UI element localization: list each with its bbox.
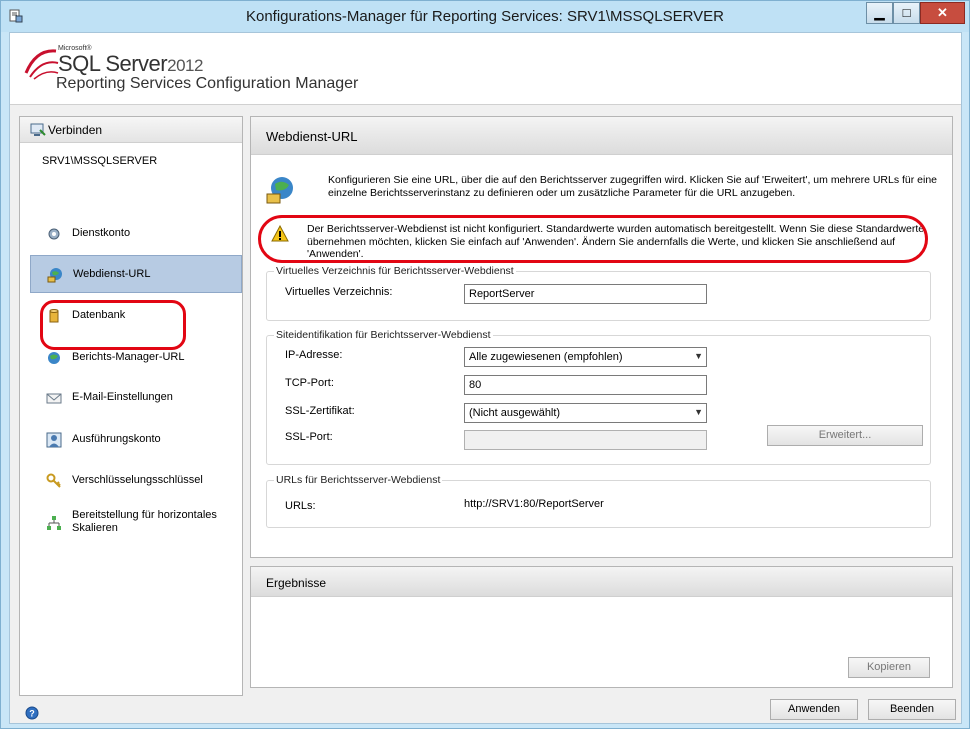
warning-icon <box>271 225 289 242</box>
service-account-icon <box>48 228 60 240</box>
ssl-certificate-value: (Nicht ausgewählt) <box>469 407 561 419</box>
minimize-button[interactable]: ▁ <box>866 2 893 24</box>
nav-item-label: Dienstkonto <box>72 227 131 239</box>
nav-item-label: Ausführungskonto <box>72 433 161 445</box>
nav-item-datenbank[interactable]: Datenbank <box>30 297 242 335</box>
group-legend: URLs für Berichtsserver-Webdienst <box>274 474 443 486</box>
results-panel: Ergebnisse Kopieren <box>250 566 953 688</box>
ssl-port-label: SSL-Port: <box>285 431 333 443</box>
virtual-directory-input[interactable]: ReportServer <box>464 284 707 304</box>
connect-icon <box>30 123 46 136</box>
subproduct-name: Reporting Services Configuration Manager <box>56 75 359 92</box>
close-button[interactable]: ✕ <box>920 2 965 24</box>
urls-group: URLs für Berichtsserver-Webdienst URLs: … <box>266 474 931 528</box>
group-legend: Virtuelles Verzeichnis für Berichtsserve… <box>274 265 516 277</box>
maximize-button[interactable]: □ <box>893 2 920 24</box>
chevron-down-icon: ▼ <box>694 407 703 417</box>
ip-address-select[interactable]: Alle zugewiesenen (empfohlen) ▼ <box>464 347 707 367</box>
webservice-panel: Webdienst-URL Konfigurieren Sie eine URL… <box>250 116 953 558</box>
globe-icon <box>48 352 60 364</box>
chevron-down-icon: ▼ <box>694 351 703 361</box>
virtual-directory-group: Virtuelles Verzeichnis für Berichtsserve… <box>266 265 931 321</box>
connect-button[interactable]: Verbinden <box>20 117 242 143</box>
navigation-pane: Verbinden SRV1\MSSQLSERVER Dienstkonto W… <box>19 116 243 696</box>
apply-button[interactable]: Anwenden <box>770 699 858 720</box>
ssl-port-input[interactable] <box>464 430 707 450</box>
tcp-port-label: TCP-Port: <box>285 377 334 389</box>
intro-text: Konfigurieren Sie eine URL, über die auf… <box>328 174 938 199</box>
nav-item-label: Verschlüsselungsschlüssel <box>72 474 203 486</box>
product-name-text: SQL Server <box>58 51 168 76</box>
nav-item-dienstkonto[interactable]: Dienstkonto <box>30 215 242 253</box>
nav-item-horizontales-skalieren[interactable]: Bereitstellung für horizontales Skaliere… <box>30 504 242 542</box>
tcp-port-input[interactable]: 80 <box>464 375 707 395</box>
results-title: Ergebnisse <box>266 576 327 590</box>
exit-button[interactable]: Beenden <box>868 699 956 720</box>
connect-label: Verbinden <box>48 123 103 137</box>
key-icon <box>46 473 61 488</box>
product-header: Microsoft® SQL Server2012 Reporting Serv… <box>10 33 961 105</box>
nav-item-email-einstellungen[interactable]: E-Mail-Einstellungen <box>30 379 242 417</box>
svg-text:?: ? <box>29 709 35 719</box>
advanced-button[interactable]: Erweitert... <box>767 425 923 446</box>
user-icon <box>46 432 62 448</box>
ssl-certificate-label: SSL-Zertifikat: <box>285 405 355 417</box>
group-legend: Siteidentifikation für Berichtsserver-We… <box>274 329 493 341</box>
ip-address-value: Alle zugewiesenen (empfohlen) <box>469 351 623 363</box>
app-window: Konfigurations-Manager für Reporting Ser… <box>0 0 970 729</box>
nav-item-label: Datenbank <box>72 309 126 321</box>
email-icon <box>46 393 62 404</box>
nav-item-berichts-manager-url[interactable]: Berichts-Manager-URL <box>30 339 242 377</box>
site-identification-group: Siteidentifikation für Berichtsserver-We… <box>266 329 931 465</box>
server-name: SRV1\MSSQLSERVER <box>42 155 158 167</box>
title-bar[interactable]: Konfigurations-Manager für Reporting Ser… <box>1 1 969 32</box>
nav-item-label: E-Mail-Einstellungen <box>72 391 173 403</box>
product-name: SQL Server2012 <box>58 51 203 77</box>
urls-label: URLs: <box>285 500 316 512</box>
database-icon <box>49 309 59 323</box>
warning-text: Der Berichtsserver-Webdienst ist nicht k… <box>307 223 925 260</box>
window-title: Konfigurations-Manager für Reporting Ser… <box>245 8 724 25</box>
product-version: 2012 <box>167 56 203 75</box>
help-icon[interactable]: ? <box>25 706 39 720</box>
nav-item-label: Webdienst-URL <box>73 268 151 280</box>
web-service-icon <box>47 268 62 283</box>
nav-item-ausfuehrungskonto[interactable]: Ausführungskonto <box>30 421 242 459</box>
web-service-icon <box>266 177 293 204</box>
url-link[interactable]: http://SRV1:80/ReportServer <box>464 498 604 510</box>
client-area: Microsoft® SQL Server2012 Reporting Serv… <box>9 32 962 724</box>
panel-title: Webdienst-URL <box>266 129 358 144</box>
panel-header: Webdienst-URL <box>251 117 952 155</box>
ip-address-label: IP-Adresse: <box>285 349 343 361</box>
nav-item-webdienst-url[interactable]: Webdienst-URL <box>30 255 242 293</box>
nav-item-verschluesselungsschluessel[interactable]: Verschlüsselungsschlüssel <box>30 462 242 500</box>
ssl-certificate-select[interactable]: (Nicht ausgewählt) ▼ <box>464 403 707 423</box>
nav-item-label: Bereitstellung für horizontales Skaliere… <box>72 509 217 534</box>
virtual-directory-label: Virtuelles Verzeichnis: <box>285 286 393 298</box>
network-icon <box>47 516 61 530</box>
nav-item-label: Berichts-Manager-URL <box>72 351 185 363</box>
copy-button[interactable]: Kopieren <box>848 657 930 678</box>
results-header: Ergebnisse <box>251 567 952 597</box>
